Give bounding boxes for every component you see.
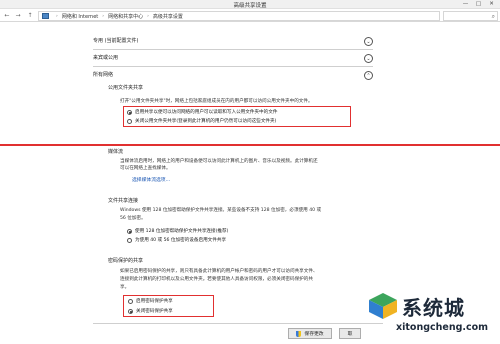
radio-button[interactable]: [127, 228, 132, 234]
breadcrumb[interactable]: › 网络和 Internet › 网络和共享中心 › 高级共享设置: [38, 11, 440, 21]
control-panel-icon: [42, 13, 49, 19]
divider: [93, 323, 383, 324]
maximize-button[interactable]: □: [472, 0, 485, 8]
encryption-128-option[interactable]: 使用 128 位加密帮助保护文件共享连接(推荐): [127, 228, 228, 234]
address-bar: ← → ↑ › 网络和 Internet › 网络和共享中心 › 高级共享设置 …: [0, 10, 500, 22]
section-private-label: 专用 (当前配置文件): [93, 38, 139, 44]
media-options-link[interactable]: 选择媒体流选项...: [132, 176, 170, 183]
option-label: 启用共享以便可以访问网络的用户可以读取和写入公用文件夹中的文件: [135, 110, 278, 115]
section-guest-label: 来宾或公用: [93, 55, 119, 61]
password-title: 密码保护的共享: [108, 258, 144, 264]
brand-name: 系统城: [402, 296, 465, 320]
chevron-down-icon[interactable]: ⌄: [364, 54, 373, 63]
password-on-option[interactable]: 启用密码保护共享: [128, 298, 173, 304]
window-title: 高级共享设置: [233, 3, 267, 9]
watermark: 系统城 xitongcheng.com: [366, 290, 500, 344]
section-private[interactable]: 专用 (当前配置文件): [93, 36, 373, 46]
password-desc-1: 如果已启用密码保护的共享，则只有具备此计算机的用户帐户和密码的用户才可以访问共享…: [120, 269, 318, 274]
media-title: 媒体流: [108, 149, 124, 155]
breadcrumb-item-advanced[interactable]: 高级共享设置: [153, 13, 183, 20]
public-share-off-option[interactable]: 关闭公用文件夹共享(登录到此计算机的用户仍然可以访问这些文件夹): [127, 118, 276, 124]
close-button[interactable]: ✕: [485, 0, 498, 8]
forward-icon[interactable]: →: [13, 11, 23, 21]
option-label: 为使用 40 或 56 位加密的设备启用文件共享: [135, 238, 227, 243]
brand-logo-icon: [369, 293, 397, 319]
section-guest[interactable]: 来宾或公用: [93, 53, 373, 63]
radio-button[interactable]: [128, 298, 133, 304]
section-all-label: 所有网络: [93, 72, 114, 78]
option-label: 关闭公用文件夹共享(登录到此计算机的用户仍然可以访问这些文件夹): [135, 119, 277, 124]
password-desc-2: 连接到此计算机的打印机以及公用文件夹。若要使其他人具备访问权限，必须关闭密码保护…: [120, 277, 313, 282]
cancel-button[interactable]: 取: [339, 328, 361, 339]
public-share-on-option[interactable]: 启用共享以便可以访问网络的用户可以读取和写入公用文件夹中的文件: [127, 109, 277, 115]
save-label: 保存更改: [304, 332, 324, 337]
highlight-line: [0, 144, 500, 146]
option-label: 关闭密码保护共享: [136, 309, 173, 314]
media-desc-1: 当媒体流启用时，网络上的用户和设备便可以访问此计算机上的图片、音乐以及视频。此计…: [120, 159, 318, 164]
radio-button[interactable]: [127, 237, 132, 243]
title-bar: 高级共享设置 — □ ✕: [0, 0, 500, 9]
save-changes-button[interactable]: 保存更改: [288, 328, 332, 339]
divider: [93, 49, 373, 50]
option-label: 使用 128 位加密帮助保护文件共享连接(推荐): [135, 229, 229, 234]
public-folder-title: 公用文件夹共享: [108, 85, 144, 91]
window-controls: — □ ✕: [459, 0, 498, 8]
breadcrumb-item-sharing-center[interactable]: 网络和共享中心: [108, 13, 143, 20]
file-sharing-desc-1: Windows 使用 128 位加密帮助保护文件共享连接。某些设备不支持 128…: [120, 208, 322, 213]
brand-url: xitongcheng.com: [396, 322, 489, 333]
breadcrumb-item-network[interactable]: 网络和 Internet: [62, 13, 98, 20]
minimize-button[interactable]: —: [459, 0, 472, 8]
file-sharing-title: 文件共享连接: [108, 198, 139, 204]
public-folder-desc: 打开"公用文件夹共享"时，网络上包括家庭组成员在内的用户都可以访问公用文件夹中的…: [120, 99, 313, 104]
search-input[interactable]: ⌕: [443, 11, 498, 21]
up-icon[interactable]: ↑: [25, 11, 35, 21]
back-icon[interactable]: ←: [2, 11, 12, 21]
section-all-networks[interactable]: 所有网络: [93, 70, 373, 80]
shield-icon: [296, 330, 302, 337]
divider: [93, 66, 373, 67]
file-sharing-desc-2: 56 位加密。: [120, 216, 146, 221]
radio-button[interactable]: [127, 118, 132, 124]
chevron-down-icon[interactable]: ⌄: [364, 37, 373, 46]
encryption-40-56-option[interactable]: 为使用 40 或 56 位加密的设备启用文件共享: [127, 237, 226, 243]
search-icon: ⌕: [491, 13, 495, 20]
option-label: 启用密码保护共享: [136, 299, 173, 304]
cancel-label: 取: [347, 332, 353, 337]
radio-button[interactable]: [128, 308, 133, 314]
chevron-up-icon[interactable]: ⌃: [364, 71, 373, 80]
radio-button[interactable]: [127, 109, 132, 115]
password-off-option[interactable]: 关闭密码保护共享: [128, 308, 173, 314]
media-desc-2: 可以在网络上查找媒体。: [120, 166, 171, 171]
